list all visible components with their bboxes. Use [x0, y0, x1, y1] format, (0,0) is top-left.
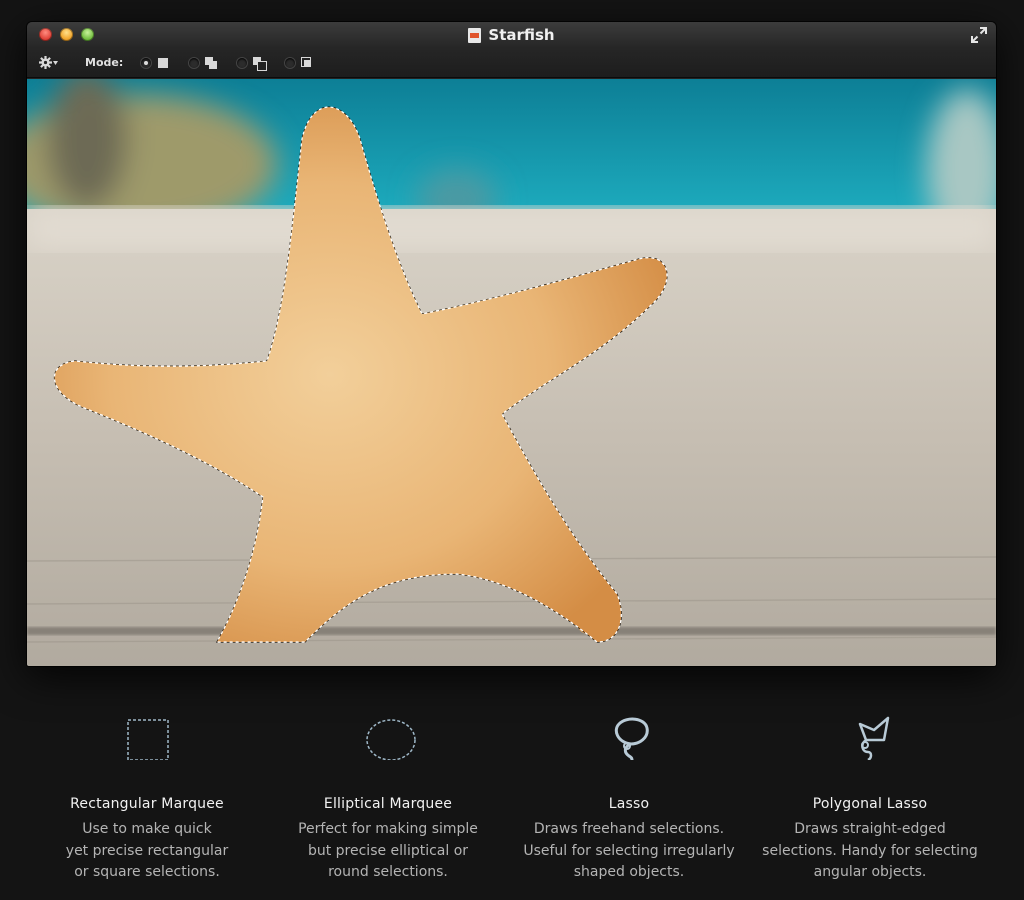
gear-icon: [39, 56, 52, 69]
tool-rectangular-marquee[interactable]: Rectangular Marquee Use to make quick ye…: [27, 700, 267, 884]
toolbar: Mode:: [27, 48, 996, 78]
zoom-button[interactable]: [81, 28, 94, 41]
mode-radio-intersect[interactable]: [285, 57, 296, 68]
tool-lasso[interactable]: Lasso Draws freehand selections. Useful …: [509, 700, 749, 884]
window-controls: [39, 28, 94, 41]
fullscreen-arrows-icon[interactable]: [970, 26, 988, 44]
new-selection-icon: [158, 57, 169, 68]
intersect-selection-icon: [301, 56, 313, 69]
window-title-text: Starfish: [488, 26, 555, 44]
starfish-photo: [27, 79, 996, 666]
tool-elliptical-marquee[interactable]: Elliptical Marquee Perfect for making si…: [268, 700, 508, 884]
mode-radio-subtract[interactable]: [237, 57, 248, 68]
image-canvas[interactable]: [27, 79, 996, 666]
tool-name: Rectangular Marquee: [70, 796, 224, 812]
tool-description: Draws straight-edged selections. Handy f…: [762, 821, 978, 880]
title-bar[interactable]: Starfish: [27, 22, 996, 48]
add-selection-icon: [205, 56, 218, 69]
gear-menu-button[interactable]: [39, 55, 59, 71]
tool-name: Lasso: [608, 796, 650, 812]
window-title: Starfish: [468, 26, 555, 44]
mode-radio-new[interactable]: [141, 57, 152, 68]
mode-radio-add[interactable]: [189, 57, 200, 68]
tool-description: Draws freehand selections. Useful for se…: [523, 821, 735, 880]
close-button[interactable]: [39, 28, 52, 41]
mode-label: Mode:: [85, 56, 124, 69]
elliptical-marquee-icon: [366, 719, 416, 761]
selection-tools-list: Rectangular Marquee Use to make quick ye…: [27, 700, 996, 890]
tool-description: Perfect for making simple but precise el…: [298, 821, 478, 880]
lasso-icon: [614, 717, 649, 764]
tool-description: Use to make quick yet precise rectangula…: [65, 821, 229, 880]
minimize-button[interactable]: [60, 28, 73, 41]
image-window: Starfish Mode:: [27, 22, 996, 666]
subtract-selection-icon: [253, 56, 268, 71]
polygonal-lasso-icon: [858, 716, 890, 762]
chevron-down-icon: [53, 60, 58, 65]
tool-name: Polygonal Lasso: [812, 796, 928, 812]
tool-polygonal-lasso[interactable]: Polygonal Lasso Draws straight-edged sel…: [750, 700, 990, 884]
rectangular-marquee-icon: [127, 719, 169, 761]
tool-name: Elliptical Marquee: [323, 796, 453, 812]
document-icon: [468, 27, 482, 43]
